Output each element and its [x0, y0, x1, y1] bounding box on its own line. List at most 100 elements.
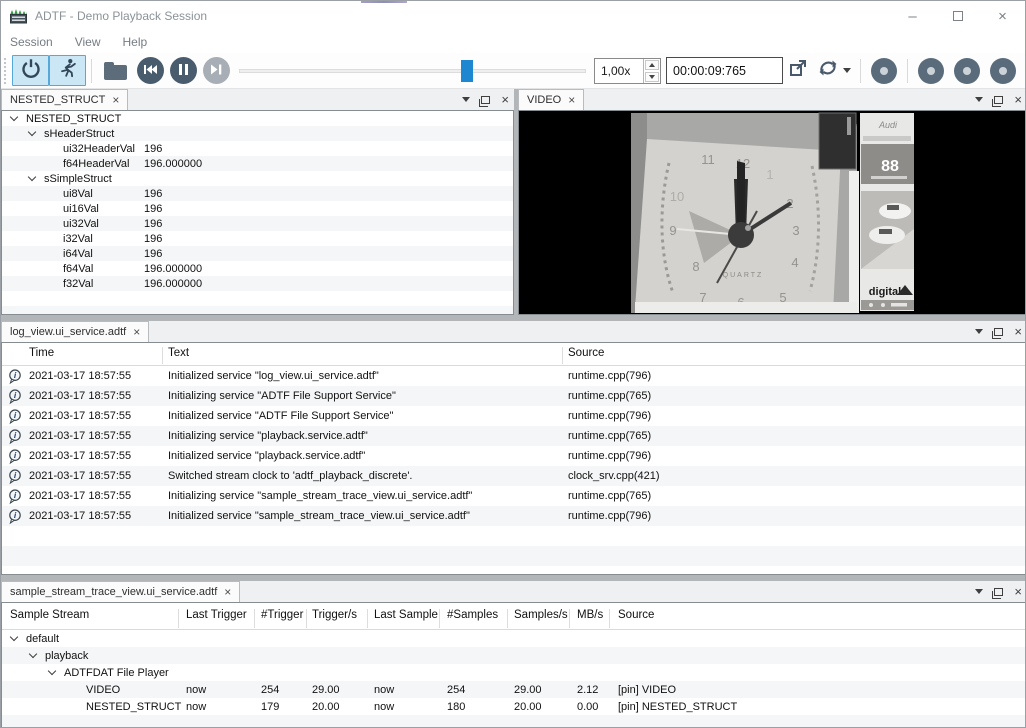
log-row[interactable]: i2021-03-17 18:57:55Initialized service …	[2, 506, 1026, 526]
log-row[interactable]: i2021-03-17 18:57:55Initializing service…	[2, 386, 1026, 406]
column-header-last-sample[interactable]: Last Sample	[374, 609, 438, 621]
tab-close-icon[interactable]: ×	[112, 94, 119, 106]
tree-row[interactable]: ui16Val196	[2, 201, 513, 216]
pause-button[interactable]	[170, 57, 197, 84]
record-button-3[interactable]	[954, 58, 980, 84]
chevron-down-icon[interactable]	[28, 127, 36, 135]
column-separator[interactable]	[254, 609, 255, 628]
log-row[interactable]: i2021-03-17 18:57:55Initializing service…	[2, 426, 1026, 446]
menu-help[interactable]: Help	[123, 35, 148, 49]
panel-close-icon[interactable]: ×	[1014, 93, 1022, 106]
tree-row[interactable]: i64Val196	[2, 246, 513, 261]
speed-down-button[interactable]	[645, 72, 659, 82]
toolbar-grip[interactable]	[4, 58, 9, 84]
column-header-mb-s[interactable]: MB/s	[577, 609, 603, 621]
chevron-down-icon[interactable]	[29, 649, 37, 657]
trace-row[interactable]: default	[2, 630, 1026, 647]
record-button-4[interactable]	[990, 58, 1016, 84]
panel-close-icon[interactable]: ×	[1014, 325, 1022, 338]
panel-float-icon[interactable]	[994, 588, 1003, 596]
tab-sample-stream-trace[interactable]: sample_stream_trace_view.ui_service.adtf…	[1, 581, 240, 602]
column-header-num-trigger[interactable]: #Trigger	[261, 609, 303, 621]
column-header-last-trigger[interactable]: Last Trigger	[186, 609, 247, 621]
column-header-time[interactable]: Time	[29, 347, 54, 359]
trace-row[interactable]: ADTFDAT File Player	[2, 664, 1026, 681]
column-separator[interactable]	[162, 347, 163, 364]
tree-row[interactable]: f64HeaderVal196.000000	[2, 156, 513, 171]
tab-nested-struct[interactable]: NESTED_STRUCT ×	[1, 89, 128, 110]
menu-session[interactable]: Session	[10, 35, 53, 49]
column-separator[interactable]	[569, 609, 570, 628]
panel-menu-icon[interactable]	[975, 329, 983, 334]
chevron-down-icon[interactable]	[48, 666, 56, 674]
run-toggle-button[interactable]	[49, 55, 86, 86]
column-header-source[interactable]: Source	[618, 609, 654, 621]
playback-position-slider[interactable]	[239, 56, 586, 86]
log-row[interactable]: i2021-03-17 18:57:55Switched stream cloc…	[2, 466, 1026, 486]
column-header-num-samples[interactable]: #Samples	[447, 609, 498, 621]
column-separator[interactable]	[178, 609, 179, 628]
column-separator[interactable]	[439, 609, 440, 628]
rewind-button[interactable]	[137, 57, 164, 84]
slider-handle[interactable]	[461, 60, 473, 82]
panel-close-icon[interactable]: ×	[1014, 585, 1022, 598]
panel-menu-icon[interactable]	[975, 589, 983, 594]
trace-row[interactable]: playback	[2, 647, 1026, 664]
chevron-down-icon[interactable]	[10, 112, 18, 120]
open-file-button[interactable]	[97, 55, 134, 86]
tree-row[interactable]: ui32Val196	[2, 216, 513, 231]
column-header-samples-s[interactable]: Samples/s	[514, 609, 568, 621]
tab-close-icon[interactable]: ×	[224, 586, 231, 598]
record-button-1[interactable]	[871, 58, 897, 84]
chevron-down-icon[interactable]	[28, 172, 36, 180]
loop-button[interactable]	[813, 56, 843, 86]
speed-up-button[interactable]	[645, 60, 659, 70]
close-button[interactable]: ×	[980, 1, 1025, 31]
panel-float-icon[interactable]	[994, 328, 1003, 336]
speed-spinbox[interactable]: 1,00x	[594, 58, 661, 84]
column-separator[interactable]	[609, 609, 610, 628]
log-row[interactable]: i2021-03-17 18:57:55Initialized service …	[2, 446, 1026, 466]
slider-track[interactable]	[239, 69, 586, 73]
column-separator[interactable]	[507, 609, 508, 628]
chevron-down-icon[interactable]	[10, 632, 18, 640]
log-row[interactable]: i2021-03-17 18:57:55Initialized service …	[2, 366, 1026, 386]
tree-row[interactable]: f64Val196.000000	[2, 261, 513, 276]
panel-menu-icon[interactable]	[975, 97, 983, 102]
time-field[interactable]: 00:00:09:765	[666, 57, 783, 84]
log-row[interactable]: i2021-03-17 18:57:55Initializing service…	[2, 486, 1026, 506]
tree-row[interactable]: i32Val196	[2, 231, 513, 246]
tab-video[interactable]: VIDEO ×	[518, 89, 584, 110]
tab-close-icon[interactable]: ×	[133, 326, 140, 338]
column-separator[interactable]	[306, 609, 307, 628]
trace-row[interactable]: VIDEO now 254 29.00 now 254 29.00 2.12 […	[2, 681, 1026, 698]
tree-row[interactable]: f32Val196.000000	[2, 276, 513, 291]
column-separator[interactable]	[367, 609, 368, 628]
tab-log-view[interactable]: log_view.ui_service.adtf ×	[1, 321, 149, 342]
column-header-sample-stream[interactable]: Sample Stream	[10, 609, 89, 621]
record-button-2[interactable]	[918, 58, 944, 84]
tab-close-icon[interactable]: ×	[568, 94, 575, 106]
tree-row[interactable]: ui8Val196	[2, 186, 513, 201]
minimize-button[interactable]: –	[890, 1, 935, 31]
panel-close-icon[interactable]: ×	[501, 93, 509, 106]
column-header-source[interactable]: Source	[568, 347, 604, 359]
speed-value[interactable]: 1,00x	[595, 59, 643, 83]
power-toggle-button[interactable]	[12, 55, 49, 86]
tree-row[interactable]: ui32HeaderVal196	[2, 141, 513, 156]
panel-float-icon[interactable]	[481, 96, 490, 104]
menu-view[interactable]: View	[75, 35, 101, 49]
tree-row[interactable]: sSimpleStruct	[2, 171, 513, 186]
column-header-text[interactable]: Text	[168, 347, 189, 359]
loop-dropdown-caret[interactable]	[843, 68, 851, 73]
maximize-button[interactable]	[935, 1, 980, 31]
detach-button[interactable]	[783, 56, 813, 86]
tree-row[interactable]: NESTED_STRUCT	[2, 111, 513, 126]
trace-row[interactable]: NESTED_STRUCT now 179 20.00 now 180 20.0…	[2, 698, 1026, 715]
panel-float-icon[interactable]	[994, 96, 1003, 104]
panel-menu-icon[interactable]	[462, 97, 470, 102]
column-header-trigger-s[interactable]: Trigger/s	[312, 609, 357, 621]
skip-to-end-button[interactable]	[203, 57, 230, 84]
tree-row[interactable]: sHeaderStruct	[2, 126, 513, 141]
log-row[interactable]: i2021-03-17 18:57:55Initialized service …	[2, 406, 1026, 426]
